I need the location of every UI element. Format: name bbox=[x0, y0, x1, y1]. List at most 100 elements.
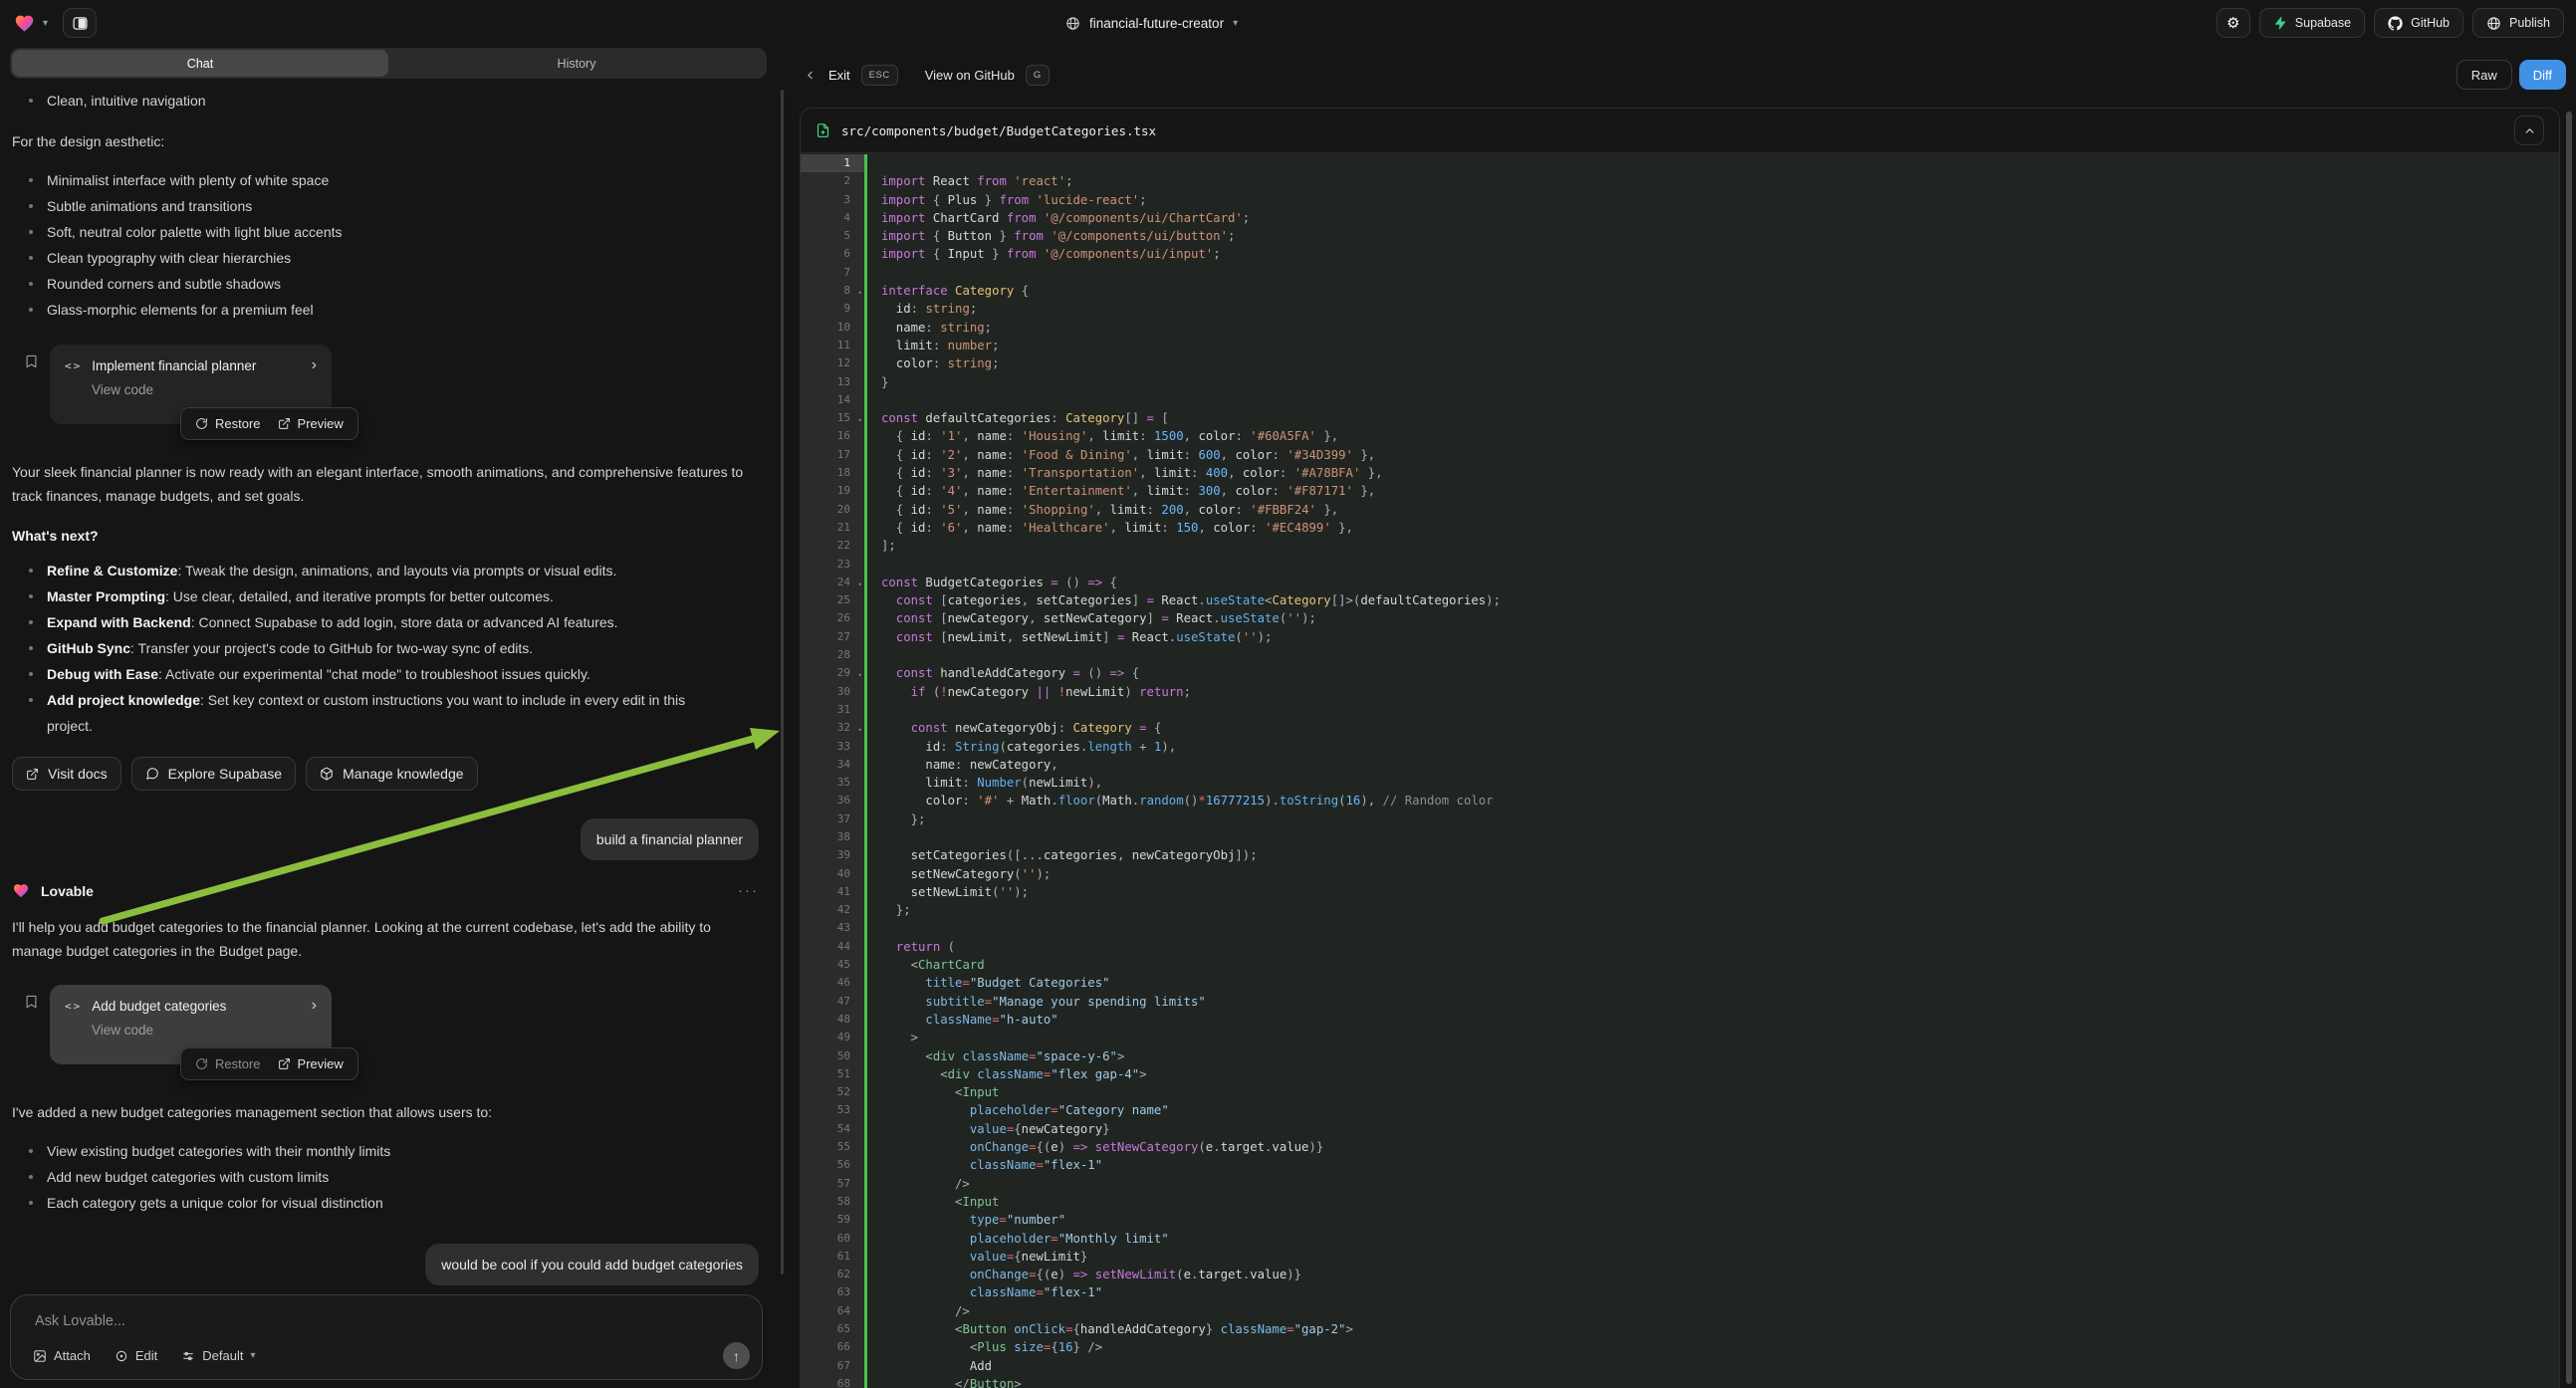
sliders-icon bbox=[181, 1349, 195, 1363]
raw-button[interactable]: Raw bbox=[2457, 60, 2512, 90]
list-item-text: Add new budget categories with custom li… bbox=[47, 1164, 329, 1190]
code-line: 48 className="h-auto" bbox=[801, 1011, 2559, 1029]
code-line: 20 { id: '5', name: 'Shopping', limit: 2… bbox=[801, 501, 2559, 519]
line-number: 39 bbox=[801, 846, 864, 864]
code-line-text: }; bbox=[864, 901, 911, 919]
line-number: 23 bbox=[801, 556, 864, 574]
line-number: 30 bbox=[801, 683, 864, 701]
list-item-text: Minimalist interface with plenty of whit… bbox=[47, 167, 329, 193]
package-icon bbox=[320, 767, 334, 781]
github-button[interactable]: GitHub bbox=[2374, 8, 2463, 38]
list-item-text: Debug with Ease: Activate our experiment… bbox=[47, 661, 590, 687]
user-message-row: would be cool if you could add budget ca… bbox=[12, 1244, 759, 1285]
chip-label: Explore Supabase bbox=[168, 766, 282, 782]
code-line: 30 if (!newCategory || !newLimit) return… bbox=[801, 683, 2559, 701]
file-header: src/components/budget/BudgetCategories.t… bbox=[801, 109, 2559, 153]
diff-button[interactable]: Diff bbox=[2519, 60, 2566, 90]
line-number: 37 bbox=[801, 810, 864, 828]
collapse-file-button[interactable] bbox=[2514, 116, 2544, 145]
code-line: 31 bbox=[801, 701, 2559, 719]
line-number: 7 bbox=[801, 264, 864, 282]
topbar: ▾ financial-future-creator ▾ ⚙ Supabase … bbox=[0, 0, 2576, 46]
list-item-text: Clean, intuitive navigation bbox=[47, 88, 206, 114]
mode-chevron-down-icon: ▾ bbox=[250, 1350, 255, 1361]
panel-toggle-button[interactable] bbox=[63, 8, 97, 38]
view-code-link[interactable]: View code bbox=[92, 382, 317, 397]
lovable-heart-icon bbox=[13, 13, 36, 34]
line-number: 21 bbox=[801, 519, 864, 537]
project-selector[interactable]: financial-future-creator ▾ bbox=[1065, 0, 1238, 46]
list-item-text: GitHub Sync: Transfer your project's cod… bbox=[47, 635, 533, 661]
restore-button[interactable]: Restore bbox=[195, 1056, 261, 1071]
line-number: 58 bbox=[801, 1193, 864, 1211]
composer-input[interactable]: Ask Lovable... bbox=[35, 1313, 125, 1329]
line-number: 48 bbox=[801, 1011, 864, 1029]
line-number: 40 bbox=[801, 865, 864, 883]
list-item: Glass-morphic elements for a premium fee… bbox=[12, 297, 759, 323]
settings-button[interactable]: ⚙ bbox=[2217, 8, 2250, 38]
view-code-link[interactable]: View code bbox=[92, 1023, 317, 1038]
list-item-text: Each category gets a unique color for vi… bbox=[47, 1190, 383, 1216]
line-number: 27 bbox=[801, 628, 864, 646]
bookmark-icon[interactable] bbox=[24, 352, 39, 370]
user-message-bubble: build a financial planner bbox=[581, 818, 759, 860]
publish-button[interactable]: Publish bbox=[2472, 8, 2564, 38]
line-number: 59 bbox=[801, 1211, 864, 1229]
send-button[interactable]: ↑ bbox=[723, 1342, 750, 1369]
code-line: 8▾interface Category { bbox=[801, 282, 2559, 300]
code-line: 64 /> bbox=[801, 1302, 2559, 1320]
list-item: Add new budget categories with custom li… bbox=[12, 1164, 759, 1190]
code-editor[interactable]: 12import React from 'react';3import { Pl… bbox=[801, 154, 2559, 1388]
tab-history[interactable]: History bbox=[388, 50, 765, 77]
bullet-dot-icon bbox=[29, 256, 33, 260]
mode-selector[interactable]: Default ▾ bbox=[181, 1348, 255, 1363]
file-path: src/components/budget/BudgetCategories.t… bbox=[841, 123, 1156, 138]
line-number: 20 bbox=[801, 501, 864, 519]
restore-button[interactable]: Restore bbox=[195, 416, 261, 431]
code-line: 15▾const defaultCategories: Category[] =… bbox=[801, 409, 2559, 427]
bullet-dot-icon bbox=[29, 282, 33, 286]
code-line-text: { id: '1', name: 'Housing', limit: 1500,… bbox=[864, 427, 1338, 445]
code-panel-scrollbar[interactable] bbox=[2566, 112, 2572, 1384]
preview-button[interactable]: Preview bbox=[278, 416, 344, 431]
message-menu-button[interactable]: ··· bbox=[738, 882, 759, 899]
code-line: 45 <ChartCard bbox=[801, 956, 2559, 974]
line-number: 52 bbox=[801, 1083, 864, 1101]
chip-explore-supabase[interactable]: Explore Supabase bbox=[131, 757, 296, 791]
chip-visit-docs[interactable]: Visit docs bbox=[12, 757, 121, 791]
external-link-icon bbox=[26, 768, 39, 781]
code-line: 11 limit: number; bbox=[801, 337, 2559, 354]
tab-chat[interactable]: Chat bbox=[12, 50, 388, 77]
line-number: 17 bbox=[801, 446, 864, 464]
list-item-text: Subtle animations and transitions bbox=[47, 193, 252, 219]
code-line: 44 return ( bbox=[801, 938, 2559, 956]
mode-label: Default bbox=[202, 1348, 243, 1363]
chat-scrollbar[interactable] bbox=[781, 90, 784, 1274]
list-item: GitHub Sync: Transfer your project's cod… bbox=[12, 635, 759, 661]
code-line: 36 color: '#' + Math.floor(Math.random()… bbox=[801, 792, 2559, 810]
bookmark-icon[interactable] bbox=[24, 993, 39, 1011]
code-line-text: setCategories([...categories, newCategor… bbox=[864, 846, 1258, 864]
chat-paragraph: Your sleek financial planner is now read… bbox=[12, 460, 749, 508]
list-item-text: Add project knowledge: Set key context o… bbox=[47, 687, 732, 739]
exit-button[interactable]: Exit bbox=[828, 68, 850, 83]
list-item-text: Glass-morphic elements for a premium fee… bbox=[47, 297, 314, 323]
composer[interactable]: Ask Lovable... Attach Edit Default ▾ bbox=[10, 1294, 763, 1380]
preview-button[interactable]: Preview bbox=[278, 1056, 344, 1071]
attach-button[interactable]: Attach bbox=[33, 1348, 91, 1363]
supabase-button[interactable]: Supabase bbox=[2259, 8, 2365, 38]
code-line: 29▾ const handleAddCategory = () => { bbox=[801, 664, 2559, 682]
code-line-text: <div className="space-y-6"> bbox=[864, 1047, 1124, 1065]
chip-manage-knowledge[interactable]: Manage knowledge bbox=[306, 757, 477, 791]
project-globe-icon bbox=[1065, 16, 1080, 31]
code-line: 6import { Input } from '@/components/ui/… bbox=[801, 245, 2559, 263]
code-line-text: <Input bbox=[864, 1083, 999, 1101]
code-line-text: return ( bbox=[864, 938, 955, 956]
view-on-github-button[interactable]: View on GitHub bbox=[925, 68, 1015, 83]
line-number: 4 bbox=[801, 209, 864, 227]
code-line-text: } bbox=[864, 373, 888, 391]
edit-mode-button[interactable]: Edit bbox=[115, 1348, 157, 1363]
workspace-chevron-down-icon[interactable]: ▾ bbox=[43, 18, 48, 29]
code-line: 55 onChange={(e) => setNewCategory(e.tar… bbox=[801, 1138, 2559, 1156]
code-line-text: limit: Number(newLimit), bbox=[864, 774, 1102, 792]
